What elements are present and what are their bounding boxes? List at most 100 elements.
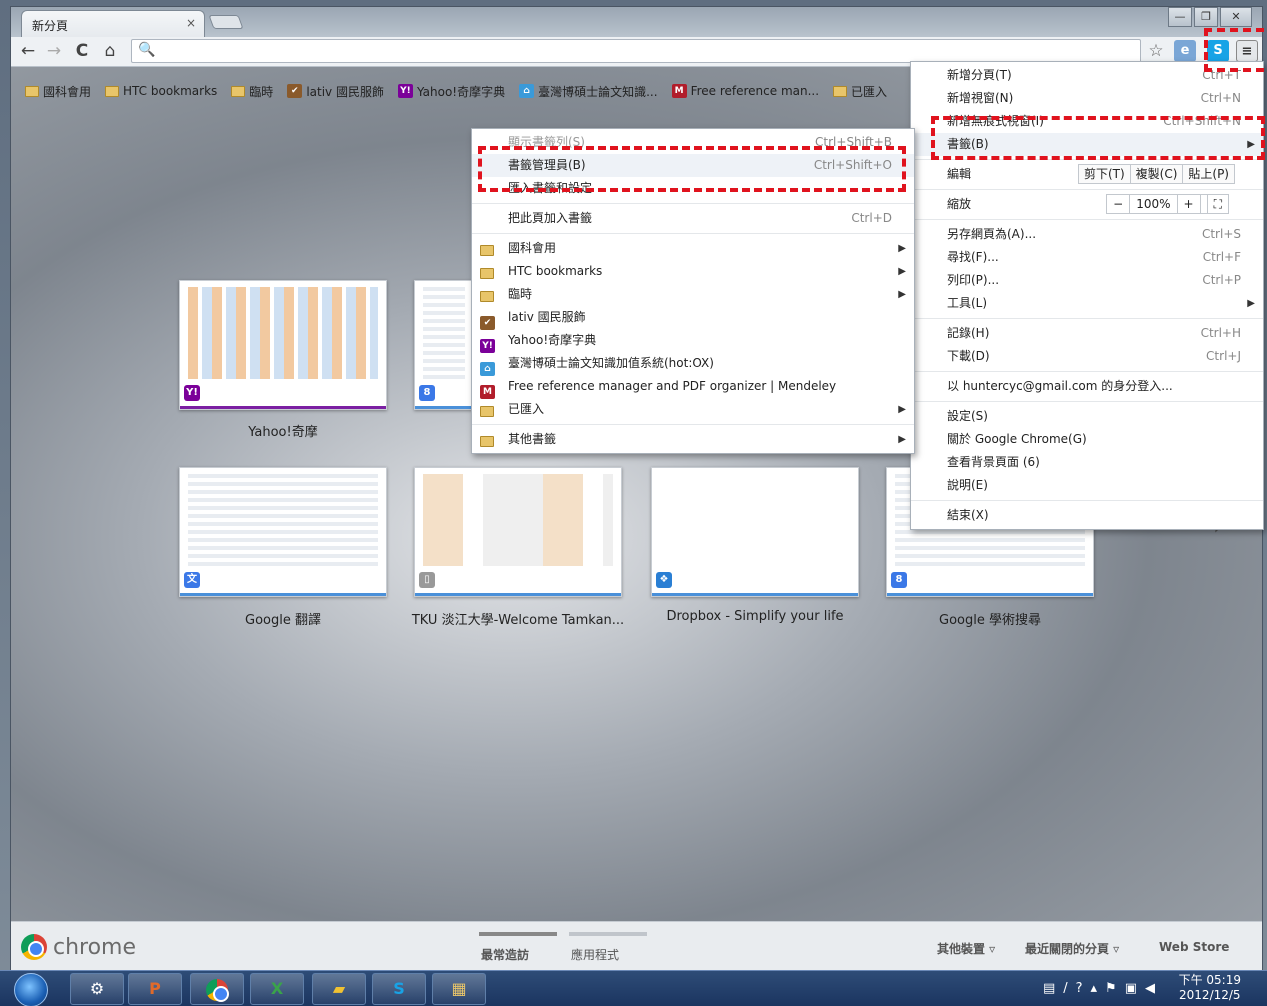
close-window-button[interactable]: ✕ bbox=[1220, 7, 1252, 27]
menu-signin[interactable]: 以 huntercyc@gmail.com 的身分登入... bbox=[911, 375, 1263, 398]
bookmark-bar-item[interactable]: HTC bookmarks bbox=[105, 84, 217, 98]
thumbnail-label: Google 翻譯 bbox=[245, 613, 321, 628]
ie-tab-icon[interactable]: e bbox=[1174, 40, 1196, 62]
thumbnail-tile[interactable]: 文 bbox=[179, 467, 387, 597]
taskbar-app-folder-icon[interactable]: ▦ bbox=[432, 973, 486, 1005]
bookmark-menu-item[interactable]: HTC bookmarks ▶ bbox=[472, 260, 914, 283]
folder-icon bbox=[231, 85, 246, 97]
bookmark-bar-item[interactable]: 國科會用 bbox=[25, 83, 91, 100]
submenu-arrow-icon: ▶ bbox=[1247, 298, 1255, 309]
bookmark-menu-item[interactable]: M Free reference manager and PDF organize… bbox=[472, 375, 914, 399]
translate-icon: 文 bbox=[184, 572, 200, 588]
clock[interactable]: 下午 05:19 2012/12/5 bbox=[1179, 973, 1241, 1003]
tab-most-visited[interactable]: 最常造訪 bbox=[481, 946, 529, 963]
folder-icon bbox=[480, 268, 494, 279]
other-devices-menu[interactable]: 其他裝置 ▿ bbox=[937, 940, 995, 957]
copy-button[interactable]: 複製(C) bbox=[1129, 164, 1184, 184]
thumbnail-tile[interactable]: ▯ bbox=[414, 467, 622, 597]
back-button[interactable]: ← bbox=[17, 40, 39, 62]
web-store-link[interactable]: Web Store bbox=[1159, 940, 1229, 954]
menu-settings[interactable]: 設定(S) bbox=[911, 405, 1263, 428]
submenu-arrow-icon: ▶ bbox=[898, 404, 906, 415]
menu-about[interactable]: 關於 Google Chrome(G) bbox=[911, 428, 1263, 451]
bookmark-menu-item[interactable]: ⌂ 臺灣博碩士論文知識加值系統(hot:OX) bbox=[472, 352, 914, 376]
recently-closed-menu[interactable]: 最近關閉的分頁 ▿ bbox=[1025, 940, 1119, 957]
taskbar-app-skype-icon[interactable]: S bbox=[372, 973, 426, 1005]
bookmark-bar-label: 臨時 bbox=[249, 84, 274, 99]
taskbar-app-explorer-icon[interactable]: ▰ bbox=[312, 973, 366, 1005]
google-icon: 8 bbox=[419, 385, 435, 401]
thumbnail-label: Google 學術搜尋 bbox=[939, 613, 1041, 628]
mendeley-icon: M bbox=[480, 385, 495, 399]
paste-button[interactable]: 貼上(P) bbox=[1182, 164, 1235, 184]
menu-downloads[interactable]: 下載(D) Ctrl+J bbox=[911, 345, 1263, 368]
taskbar-app-powerpoint-icon[interactable]: P bbox=[128, 973, 182, 1005]
maximize-button[interactable]: ❐ bbox=[1194, 7, 1218, 27]
bookmark-bar-item[interactable]: M Free reference man... bbox=[671, 84, 820, 98]
minimize-button[interactable]: — bbox=[1168, 7, 1192, 27]
new-tab-button[interactable] bbox=[208, 15, 244, 29]
taskbar-app-excel-icon[interactable]: X bbox=[250, 973, 304, 1005]
submenu-arrow-icon: ▶ bbox=[898, 266, 906, 277]
menu-background-pages[interactable]: 查看背景頁面 (6) bbox=[911, 451, 1263, 474]
menu-save-as[interactable]: 另存網頁為(A)... Ctrl+S bbox=[911, 223, 1263, 246]
cut-button[interactable]: 剪下(T) bbox=[1077, 164, 1131, 184]
fullscreen-icon[interactable]: ⛶ bbox=[1206, 195, 1228, 213]
menu-print[interactable]: 列印(P)... Ctrl+P bbox=[911, 269, 1263, 292]
menu-tools[interactable]: 工具(L) ▶ bbox=[911, 292, 1263, 315]
bookmark-bar-item[interactable]: 臨時 bbox=[231, 83, 273, 100]
address-input[interactable] bbox=[158, 41, 1128, 61]
system-tray[interactable]: ▤/?▴⚑▣◀ bbox=[1043, 981, 1163, 996]
bookmark-bar-item[interactable]: ✔ lativ 國民服飾 bbox=[287, 83, 384, 100]
bookmark-bar-label: Free reference man... bbox=[690, 84, 820, 98]
taskbar-app-network-icon[interactable]: ⚙ bbox=[70, 973, 124, 1005]
menu-new-window[interactable]: 新增視窗(N) Ctrl+N bbox=[911, 87, 1263, 110]
home-button[interactable]: ⌂ bbox=[99, 40, 121, 62]
zoom-in-button[interactable]: + bbox=[1178, 195, 1201, 213]
thumbnail-label: Yahoo!奇摩 bbox=[248, 425, 318, 440]
chrome-logo: chrome bbox=[21, 934, 136, 960]
thumbnail-tile[interactable]: 8 bbox=[414, 280, 474, 410]
clock-time: 下午 05:19 bbox=[1178, 973, 1241, 987]
bookmark-bar-item[interactable]: Y! Yahoo!奇摩字典 bbox=[397, 83, 505, 100]
tab-close-icon[interactable]: × bbox=[186, 16, 196, 30]
menu-bookmark-this-page[interactable]: 把此頁加入書籤 Ctrl+D bbox=[472, 207, 914, 230]
bookmark-bar-label: 國科會用 bbox=[43, 84, 92, 99]
bookmark-menu-item[interactable]: ✔ lativ 國民服飾 bbox=[472, 306, 914, 330]
bookmark-menu-item[interactable]: 臨時 ▶ bbox=[472, 283, 914, 306]
bookmark-bar-item[interactable]: ⌂ 臺灣博碩士論文知識... bbox=[519, 83, 658, 100]
reload-button[interactable]: C bbox=[71, 40, 93, 62]
omnibox[interactable]: 🔍 bbox=[131, 39, 1141, 63]
menu-help[interactable]: 說明(E) bbox=[911, 474, 1263, 497]
tab-new-tab[interactable]: 新分頁 × bbox=[21, 10, 205, 37]
ndltd-icon: ⌂ bbox=[519, 84, 535, 98]
star-icon[interactable]: ☆ bbox=[1145, 40, 1167, 62]
chrome-brand: chrome bbox=[53, 934, 137, 960]
menu-history[interactable]: 記錄(H) Ctrl+H bbox=[911, 322, 1263, 345]
thumbnail-label: Dropbox - Simplify your life bbox=[666, 609, 844, 624]
bookmark-menu-item[interactable]: Y! Yahoo!奇摩字典 bbox=[472, 329, 914, 353]
taskbar-app-chrome-icon[interactable] bbox=[190, 973, 244, 1005]
bookmarks-list: 國科會用 ▶ HTC bookmarks ▶ 臨時 ▶ ✔ lativ 國民服飾 Y! Yahoo… bbox=[472, 237, 914, 421]
submenu-arrow-icon: ▶ bbox=[898, 434, 906, 445]
bookmark-menu-item[interactable]: 國科會用 ▶ bbox=[472, 237, 914, 260]
tab-title: 新分頁 bbox=[32, 19, 69, 33]
menu-other-bookmarks[interactable]: 其他書籤 ▶ bbox=[472, 428, 914, 451]
menu-exit[interactable]: 結束(X) bbox=[911, 504, 1263, 527]
menu-find[interactable]: 尋找(F)... Ctrl+F bbox=[911, 246, 1263, 269]
bookmark-bar-item[interactable]: 已匯入 bbox=[833, 83, 887, 100]
thumbnail-tile[interactable]: ❖ bbox=[651, 467, 859, 597]
bookmark-menu-item[interactable]: 已匯入 ▶ bbox=[472, 398, 914, 421]
ndltd-icon: ⌂ bbox=[480, 362, 495, 376]
thumbnail-tile[interactable]: Y! bbox=[179, 280, 387, 410]
menu-zoom: 縮放 − 100% + ⛶ bbox=[911, 193, 1263, 216]
tab-apps[interactable]: 應用程式 bbox=[571, 946, 619, 963]
folder-icon bbox=[105, 85, 120, 97]
highlight-bookmark-manager bbox=[478, 146, 906, 192]
zoom-out-button[interactable]: − bbox=[1107, 195, 1131, 213]
submenu-arrow-icon: ▶ bbox=[898, 243, 906, 254]
folder-icon bbox=[25, 85, 39, 97]
start-button[interactable] bbox=[14, 973, 48, 1006]
dropbox-icon: ❖ bbox=[656, 572, 672, 588]
forward-button[interactable]: → bbox=[43, 40, 65, 62]
